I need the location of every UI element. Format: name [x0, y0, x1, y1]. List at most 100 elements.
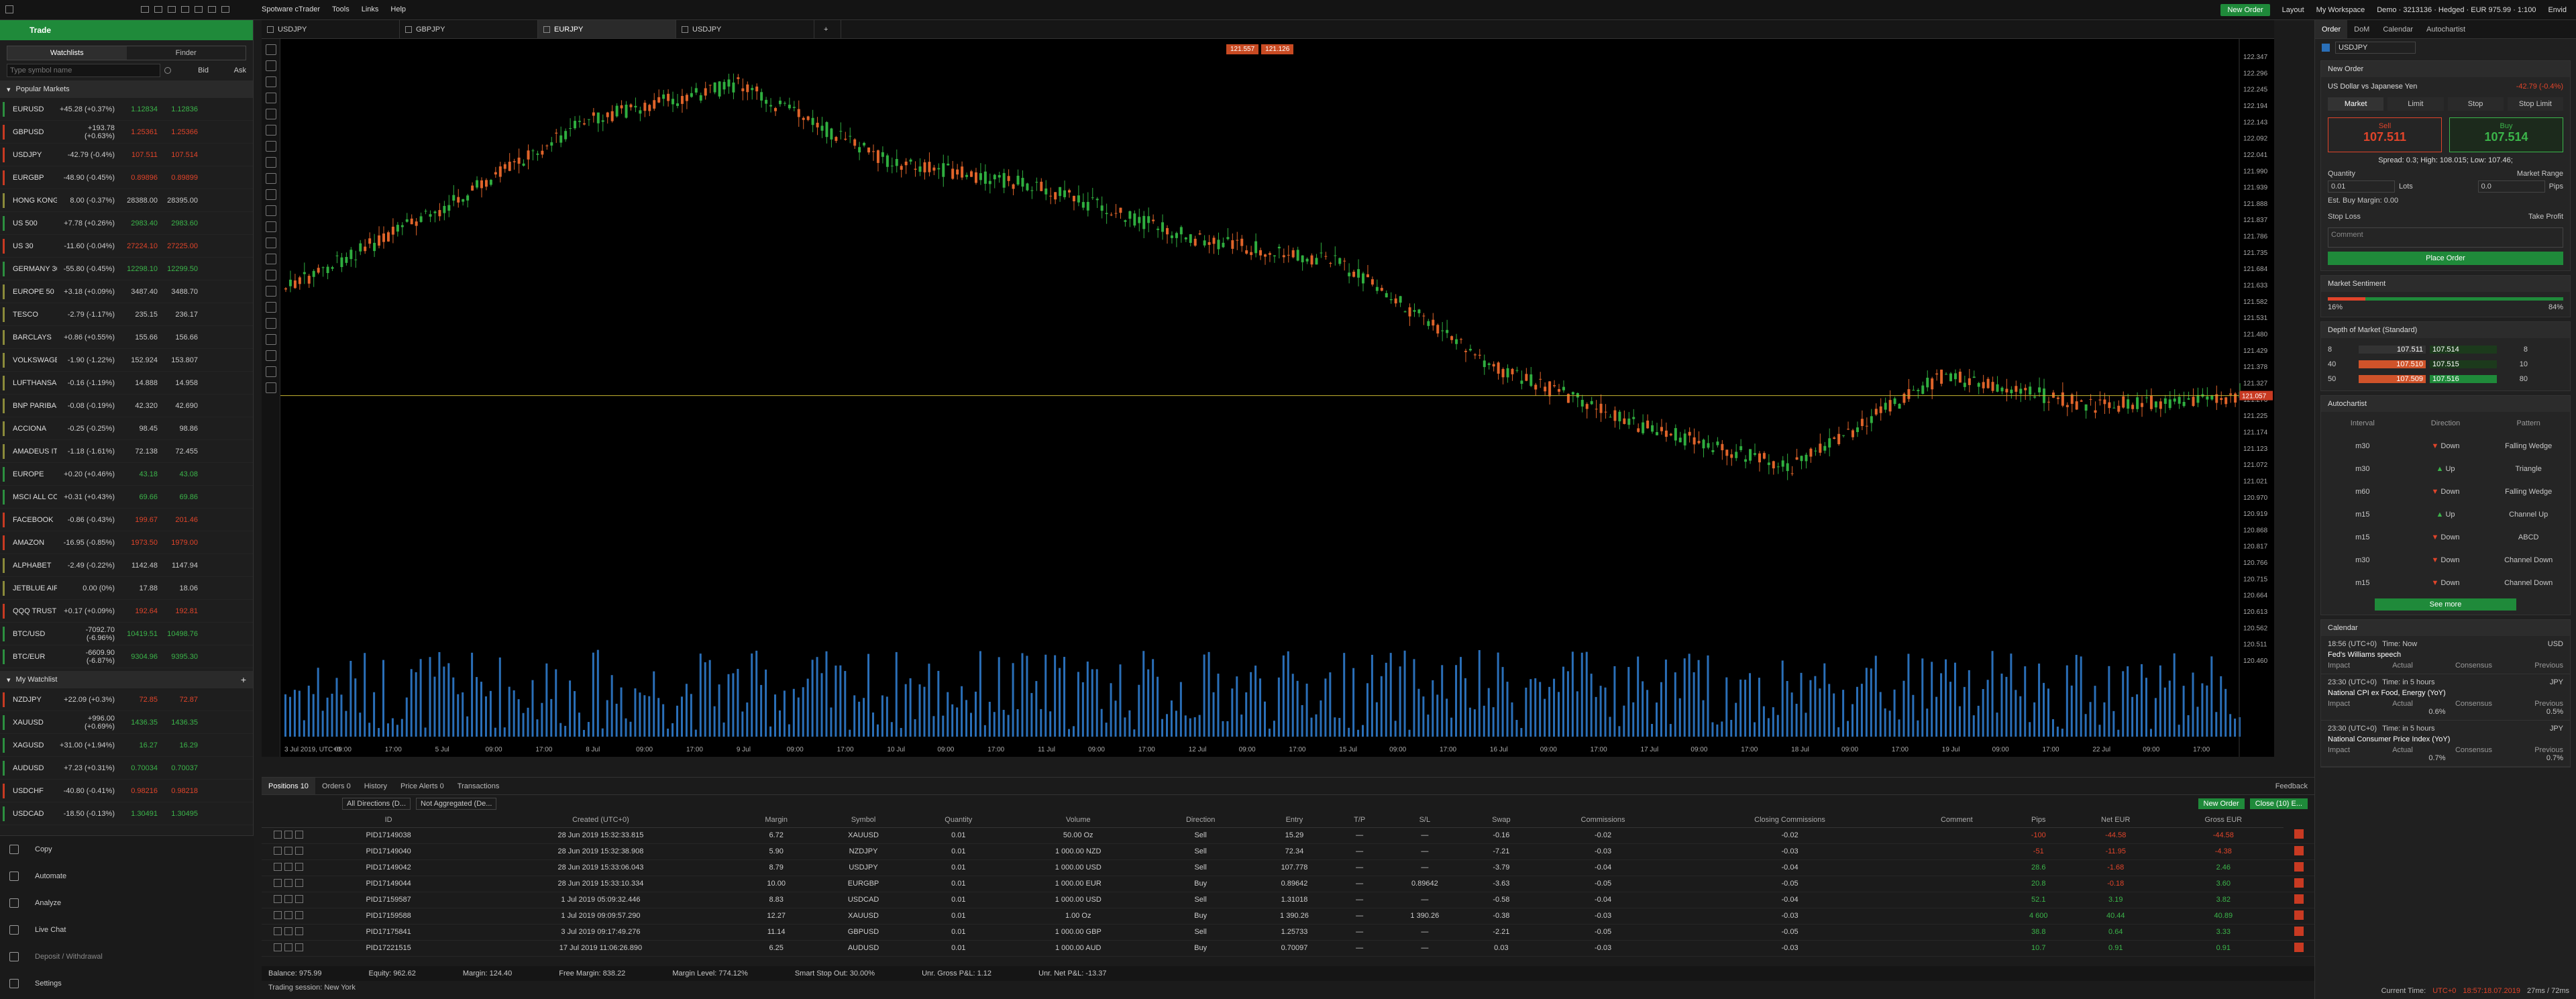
symbol-ask[interactable]: 43.08: [158, 470, 198, 478]
dom-bid[interactable]: 107.509: [2359, 375, 2426, 383]
symbol-row[interactable]: US 30 -11.60 (-0.04%) 27224.10 27225.00: [0, 235, 253, 258]
type-stop[interactable]: Stop: [2447, 97, 2504, 111]
window-icon[interactable]: [195, 6, 203, 13]
dom-row[interactable]: 50 107.509 107.516 80: [2328, 372, 2563, 386]
symbol-ask[interactable]: 1.25366: [158, 128, 198, 136]
chart-tab-usdjpy[interactable]: USDJPY: [262, 20, 400, 38]
symbol-bid[interactable]: 72.138: [115, 448, 158, 456]
symbol-ask[interactable]: 0.89899: [158, 174, 198, 182]
column-header[interactable]: T/P: [1340, 812, 1379, 828]
drawing-tool-icon[interactable]: [266, 189, 276, 200]
shield-icon[interactable]: [284, 927, 292, 935]
column-header[interactable]: Symbol: [812, 812, 914, 828]
symbol-ask[interactable]: 201.46: [158, 516, 198, 524]
symbol-bid[interactable]: 1.30491: [115, 810, 158, 818]
workspace-menu[interactable]: My Workspace: [2316, 6, 2365, 14]
symbol-row[interactable]: ALPHABET -2.49 (-0.22%) 1142.48 1147.94: [0, 554, 253, 577]
edit-icon[interactable]: [274, 862, 282, 871]
symbol-bid[interactable]: 1.12834: [115, 105, 158, 113]
column-header[interactable]: Created (UTC+0): [462, 812, 740, 828]
table-row[interactable]: PID17149044 28 Jun 2019 15:33:10.334 10.00…: [262, 876, 2314, 892]
symbol-ask[interactable]: 10498.76: [158, 630, 198, 638]
symbol-row[interactable]: USDJPY -42.79 (-0.4%) 107.511 107.514: [0, 144, 253, 166]
drawing-tool-icon[interactable]: [266, 125, 276, 136]
feedback-link[interactable]: Feedback: [2269, 778, 2314, 794]
tab-transactions[interactable]: Transactions: [451, 778, 506, 794]
ac-row[interactable]: m60 ▼ Down Falling Wedge: [2321, 480, 2570, 503]
shield-icon[interactable]: [284, 878, 292, 887]
table-row[interactable]: PID17221515 17 Jul 2019 11:06:26.890 6.25 A…: [262, 940, 2314, 957]
symbol-ask[interactable]: 1147.94: [158, 562, 198, 570]
dom-ask[interactable]: 107.514: [2430, 346, 2497, 354]
symbol-ask[interactable]: 72.455: [158, 448, 198, 456]
group-popular-markets[interactable]: ▾ Popular Markets: [0, 81, 253, 98]
symbol-row[interactable]: EUROPE +0.20 (+0.46%) 43.18 43.08: [0, 463, 253, 486]
dom-bid[interactable]: 107.510: [2359, 360, 2426, 368]
drawing-tool-icon[interactable]: [266, 141, 276, 152]
settings-icon[interactable]: [295, 862, 303, 871]
shield-icon[interactable]: [284, 862, 292, 871]
drawing-tool-icon[interactable]: [266, 302, 276, 313]
tab-history[interactable]: History: [358, 778, 394, 794]
dom-row[interactable]: 40 107.510 107.515 10: [2328, 357, 2563, 372]
symbol-bid[interactable]: 12298.10: [115, 265, 158, 273]
close-icon[interactable]: [2294, 829, 2304, 839]
symbol-ask[interactable]: 153.807: [158, 356, 198, 364]
symbol-bid[interactable]: 1436.35: [115, 719, 158, 727]
symbol-bid[interactable]: 28388.00: [115, 197, 158, 205]
symbol-ask[interactable]: 3488.70: [158, 288, 198, 296]
table-row[interactable]: PID17159588 1 Jul 2019 09:09:57.290 12.27 X…: [262, 908, 2314, 925]
tab-finder[interactable]: Finder: [127, 46, 246, 60]
symbol-ask[interactable]: 0.98218: [158, 787, 198, 795]
table-row[interactable]: PID17149042 28 Jun 2019 15:33:06.043 8.79 U…: [262, 859, 2314, 876]
symbol-row[interactable]: EURUSD +45.28 (+0.37%) 1.12834 1.12836: [0, 98, 253, 121]
symbol-bid[interactable]: 1973.50: [115, 539, 158, 547]
settings-icon[interactable]: [295, 878, 303, 887]
symbol-row[interactable]: AMAZON -16.95 (-0.85%) 1973.50 1979.00: [0, 531, 253, 554]
table-row[interactable]: PID17159587 1 Jul 2019 05:09:32.446 8.83 US…: [262, 892, 2314, 908]
symbol-ask[interactable]: 1436.35: [158, 719, 198, 727]
ac-row[interactable]: m15 ▼ Down Channel Down: [2321, 572, 2570, 594]
symbol-ask[interactable]: 236.17: [158, 311, 198, 319]
symbol-row[interactable]: XAGUSD +31.00 (+1.94%) 16.27 16.29: [0, 734, 253, 757]
tab-autochartist[interactable]: Autochartist: [2420, 20, 2472, 38]
take-profit-checkbox[interactable]: Take Profit: [2528, 213, 2563, 221]
column-header[interactable]: Commissions: [1531, 812, 1675, 828]
ac-row[interactable]: m30 ▼ Down Falling Wedge: [2321, 435, 2570, 458]
see-more-button[interactable]: See more: [2375, 598, 2516, 611]
drawing-tool-icon[interactable]: [266, 157, 276, 168]
shield-icon[interactable]: [284, 894, 292, 903]
settings-icon[interactable]: [295, 846, 303, 855]
menu-help[interactable]: Help: [390, 5, 406, 13]
close-icon[interactable]: [2294, 894, 2304, 904]
menu-links[interactable]: Links: [362, 5, 379, 13]
chart-tab-usdjpy-2[interactable]: USDJPY: [676, 20, 814, 38]
drawing-tool-icon[interactable]: [266, 238, 276, 248]
symbol-bid[interactable]: 107.511: [115, 151, 158, 159]
edit-icon[interactable]: [274, 910, 282, 919]
drawing-tool-icon[interactable]: [266, 93, 276, 103]
symbol-select[interactable]: USDJPY: [2335, 42, 2416, 54]
symbol-bid[interactable]: 72.85: [115, 696, 158, 704]
drawing-tool-icon[interactable]: [266, 286, 276, 297]
mail-icon[interactable]: [141, 6, 149, 13]
symbol-row[interactable]: VOLKSWAGEN-1.90 (-1.22%)152.924153.807: [0, 349, 253, 372]
drawing-tool-icon[interactable]: [266, 173, 276, 184]
symbol-ask[interactable]: 98.86: [158, 425, 198, 433]
type-limit[interactable]: Limit: [2387, 97, 2444, 111]
table-row[interactable]: PID17149040 28 Jun 2019 15:32:38.908 5.90 N…: [262, 843, 2314, 860]
symbol-bid[interactable]: 17.88: [115, 584, 158, 592]
symbol-bid[interactable]: 1142.48: [115, 562, 158, 570]
column-header[interactable]: Comment: [1904, 812, 2009, 828]
stop-loss-checkbox[interactable]: Stop Loss: [2328, 213, 2361, 221]
symbol-row[interactable]: LUFTHANSA -0.16 (-1.19%) 14.888 14.958: [0, 372, 253, 395]
calendar-event[interactable]: 18:56 (UTC+0) Time: Now USD Fed's Williams …: [2321, 636, 2570, 674]
symbol-bid[interactable]: 9304.96: [115, 653, 158, 661]
symbol-row[interactable]: GERMANY 30 -55.80 (-0.45%) 12298.10 12299.5…: [0, 258, 253, 280]
symbol-bid[interactable]: 16.27: [115, 741, 158, 749]
symbol-row[interactable]: BTC/EUR -6609.90 (-6.87%) 9304.96 9395.30: [0, 645, 253, 668]
symbol-search-input[interactable]: [7, 64, 160, 77]
symbol-ask[interactable]: 2983.60: [158, 219, 198, 227]
layout-icon[interactable]: [154, 6, 162, 13]
symbol-bid[interactable]: 14.888: [115, 379, 158, 387]
